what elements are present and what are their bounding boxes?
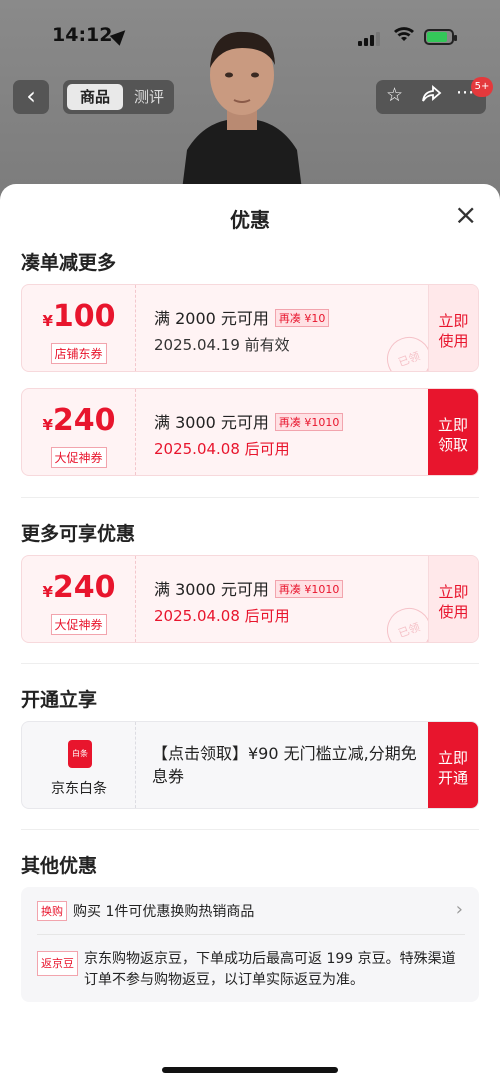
product-model-photo (182, 31, 302, 190)
coupon-condition: 满 2000 元可用 再凑 ¥10 (154, 305, 330, 329)
coupon-gap-pill: 再凑 ¥10 (274, 309, 330, 327)
section-title-open: 开通立享 (21, 689, 98, 711)
use-now-button[interactable]: 立即 使用 (428, 556, 478, 642)
coupon-gap-pill: 再凑 ¥1010 (274, 580, 344, 598)
coupon-type-tag: 店铺东券 (50, 343, 107, 364)
coupon-currency: ¥ (42, 416, 53, 434)
baitiao-name: 京东白条 (51, 781, 107, 797)
baitiao-offer-text: 【点击领取】¥90 无门槛立减,分期免息券 (152, 744, 417, 786)
section-title-more: 更多可享优惠 (21, 523, 136, 545)
trade-in-text: 购买 1件可优惠换购热销商品 (73, 904, 255, 920)
status-time: 14:12 (52, 24, 113, 46)
coupon-date: 2025.04.19 前有效 (154, 336, 290, 354)
coupon-card: ¥240 大促神券 满 3000 元可用 再凑 ¥1010 2025.04.08 … (21, 388, 479, 476)
jingdou-text: 京东购物返京豆，下单成功后最高可返 199 京豆。特殊渠道订单不参与购物返豆，以… (84, 951, 456, 988)
section-divider (21, 829, 479, 830)
trade-in-tag: 换购 (37, 901, 67, 921)
baitiao-logo-icon: 白条 (68, 740, 92, 768)
coupon-card: ¥100 店铺东券 满 2000 元可用 再凑 ¥10 2025.04.19 前有… (21, 284, 479, 372)
favorite-star-icon[interactable]: ☆ (386, 84, 403, 106)
coupon-date: 2025.04.08 后可用 (154, 440, 290, 458)
back-button[interactable]: ‹ (13, 80, 49, 114)
coupon-amount-area: ¥100 店铺东券 (22, 285, 136, 371)
coupon-currency: ¥ (42, 583, 53, 601)
chevron-right-icon[interactable]: › (456, 899, 463, 920)
battery-charging-icon (424, 29, 457, 45)
notification-badge: 5+ (471, 77, 493, 97)
coupon-amount: 100 (52, 299, 116, 334)
cellular-signal-icon (358, 30, 382, 46)
other-offers-panel: 换购 购买 1件可优惠换购热销商品 › 返京豆 京东购物返京豆，下单成功后最高可返 … (21, 887, 479, 1002)
coupon-amount: 240 (52, 570, 116, 605)
row-divider (37, 934, 465, 935)
coupon-condition: 满 3000 元可用 再凑 ¥1010 (154, 576, 344, 600)
jingdou-row: 返京豆 京东购物返京豆，下单成功后最高可返 199 京豆。特殊渠道订单不参与购物返… (37, 949, 467, 991)
open-now-button[interactable]: 立即 开通 (428, 722, 478, 808)
coupon-amount-area: ¥240 大促神券 (22, 556, 136, 642)
coupon-date: 2025.04.08 后可用 (154, 607, 290, 625)
trade-in-row[interactable]: 换购 购买 1件可优惠换购热销商品 (37, 901, 254, 921)
wifi-icon (393, 24, 415, 48)
section-title-other: 其他优惠 (21, 855, 98, 877)
coupon-condition: 满 3000 元可用 再凑 ¥1010 (154, 409, 344, 433)
close-icon[interactable]: × (454, 200, 477, 230)
coupon-currency: ¥ (42, 312, 53, 330)
baitiao-brand-area: 白条 京东白条 (22, 722, 136, 808)
tab-goods[interactable]: 商品 (67, 84, 123, 110)
coupon-type-tag: 大促神券 (50, 614, 107, 635)
coupon-type-tag: 大促神券 (50, 447, 107, 468)
share-icon[interactable] (420, 84, 442, 109)
claim-now-button[interactable]: 立即 领取 (428, 389, 478, 475)
home-indicator (162, 1067, 338, 1073)
coupon-card: ¥240 大促神券 满 3000 元可用 再凑 ¥1010 2025.04.08 … (21, 555, 479, 643)
coupon-gap-pill: 再凑 ¥1010 (274, 413, 344, 431)
product-tabs: 商品 测评 (63, 80, 174, 114)
section-divider (21, 663, 479, 664)
section-title-combine: 凑单减更多 (21, 252, 117, 274)
location-arrow-icon (109, 25, 131, 46)
coupon-amount-area: ¥240 大促神券 (22, 389, 136, 475)
jingdou-tag: 返京豆 (37, 951, 78, 976)
header-actions: ☆ ··· (376, 80, 486, 114)
section-divider (21, 497, 479, 498)
coupon-amount: 240 (52, 403, 116, 438)
sheet-title: 优惠 (230, 208, 270, 232)
tab-review[interactable]: 测评 (128, 84, 170, 110)
use-now-button[interactable]: 立即 使用 (428, 285, 478, 371)
baitiao-card: 白条 京东白条 【点击领取】¥90 无门槛立减,分期免息券 立即 开通 (21, 721, 479, 809)
discount-sheet: 优惠 × 凑单减更多 ¥100 店铺东券 满 2000 元可用 再凑 ¥10 20… (0, 184, 500, 1083)
